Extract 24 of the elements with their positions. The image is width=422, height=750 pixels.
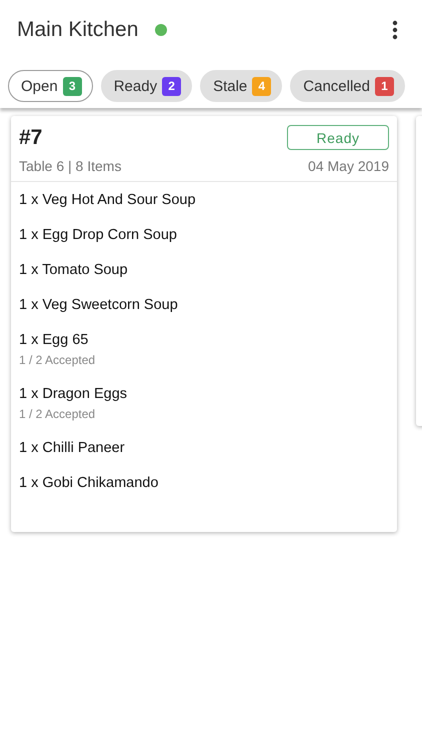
order-details: Table 6 | 8 Items	[19, 158, 122, 174]
order-status: Ready	[287, 125, 389, 150]
order-number: #7	[19, 126, 42, 150]
order-date: 04 May 2019	[308, 158, 389, 174]
more-menu-icon[interactable]	[392, 20, 398, 40]
filter-chip[interactable]: Open 3	[8, 70, 93, 102]
order-item: 1 x Egg 65	[19, 332, 90, 348]
count-badge: 1	[374, 76, 394, 96]
filter-chip[interactable]: Ready 2	[100, 70, 192, 102]
order-item: 1 x Egg Drop Corn Soup	[19, 227, 178, 243]
order-item: 1 x Gobi Chikamando	[19, 475, 160, 491]
count-badge: 3	[62, 76, 82, 96]
order-item: 1 x Veg Hot And Sour Soup	[19, 192, 197, 208]
filter-chip[interactable]: Cancelled 1	[290, 70, 405, 102]
kitchen-title: Main Kitchen	[17, 18, 138, 42]
count-badge: 2	[162, 76, 182, 96]
count-badge: 4	[252, 76, 272, 96]
filter-chip[interactable]: Stale 4	[200, 70, 282, 102]
order-item: 1 x Dragon Eggs	[19, 386, 128, 402]
item-note: 1 / 2 Accepted	[19, 353, 96, 367]
item-note: 1 / 2 Accepted	[19, 407, 96, 421]
order-item: 1 x Tomato Soup	[19, 262, 129, 278]
order-item: 1 x Chilli Paneer	[19, 440, 126, 456]
order-item: 1 x Veg Sweetcorn Soup	[19, 297, 179, 313]
